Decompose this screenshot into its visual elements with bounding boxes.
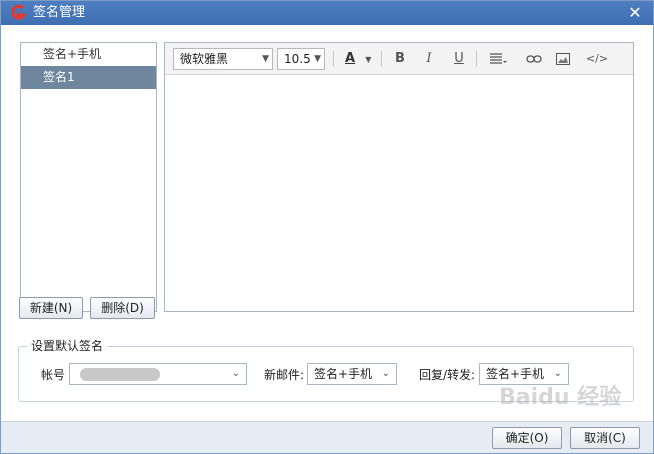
reply-forward-signature-value: 签名+手机 [486, 367, 545, 381]
toolbar-separator [333, 51, 334, 67]
font-family-select[interactable]: 微软雅黑 ▼ [173, 48, 273, 70]
reply-forward-label: 回复/转发: [419, 368, 476, 382]
signature-manager-dialog: 签名管理 ✕ 签名+手机 签名1 微软雅黑 ▼ 10.5 ▼ A ▼ B I U… [0, 0, 654, 454]
signature-content-area[interactable] [165, 75, 633, 311]
font-size-value: 10.5 [284, 52, 311, 66]
toolbar-separator [476, 51, 477, 67]
chevron-down-icon: ⌄ [553, 368, 562, 379]
account-select[interactable]: ⌄ [69, 363, 247, 385]
align-icon [490, 52, 507, 64]
image-button[interactable] [552, 49, 574, 69]
bold-button[interactable]: B [389, 49, 411, 69]
toolbar-separator [381, 51, 382, 67]
align-button[interactable] [485, 49, 511, 69]
new-mail-signature-select[interactable]: 签名+手机 ⌄ [307, 363, 397, 385]
italic-button[interactable]: I [418, 49, 440, 69]
chevron-down-icon: ▼ [262, 54, 269, 64]
window-title: 签名管理 [33, 5, 86, 20]
font-color-icon: A [345, 51, 356, 66]
blurred-account-value [80, 368, 160, 381]
signature-list-item[interactable]: 签名+手机 [21, 43, 156, 66]
chevron-down-icon: ▼ [314, 54, 321, 64]
signature-list-item-selected[interactable]: 签名1 [21, 66, 156, 89]
underline-button[interactable]: U [448, 49, 470, 69]
image-icon [556, 52, 570, 65]
chevron-down-icon: ⌄ [231, 368, 240, 379]
group-title: 设置默认签名 [27, 338, 108, 354]
font-size-select[interactable]: 10.5 ▼ [277, 48, 325, 70]
chevron-down-icon: ▼ [365, 55, 372, 64]
close-button[interactable]: ✕ [625, 3, 645, 23]
dialog-body: 签名+手机 签名1 微软雅黑 ▼ 10.5 ▼ A ▼ B I U </> 新建… [1, 25, 653, 421]
ok-button[interactable]: 确定(O) [492, 427, 562, 449]
title-bar: 签名管理 ✕ [1, 1, 653, 25]
signature-editor: 微软雅黑 ▼ 10.5 ▼ A ▼ B I U </> [164, 42, 634, 312]
dialog-footer: 确定(O) 取消(C) [1, 421, 653, 453]
source-code-button[interactable]: </> [584, 49, 610, 69]
chevron-down-icon: ⌄ [381, 368, 390, 379]
watermark-logo: Baidu 经验 [499, 385, 622, 410]
new-mail-label: 新邮件: [264, 368, 305, 382]
new-mail-signature-value: 签名+手机 [314, 367, 373, 381]
reply-forward-signature-select[interactable]: 签名+手机 ⌄ [479, 363, 569, 385]
font-color-button[interactable]: A ▼ [339, 49, 373, 69]
link-button[interactable] [523, 49, 545, 69]
font-family-value: 微软雅黑 [180, 52, 229, 66]
cancel-button[interactable]: 取消(C) [570, 427, 640, 449]
delete-signature-button[interactable]: 删除(D) [90, 297, 155, 319]
editor-toolbar: 微软雅黑 ▼ 10.5 ▼ A ▼ B I U </> [165, 43, 633, 75]
app-logo-icon [11, 4, 27, 20]
signature-list: 签名+手机 签名1 [20, 42, 157, 312]
link-icon [526, 54, 542, 63]
account-label: 帐号 [41, 368, 66, 382]
new-signature-button[interactable]: 新建(N) [19, 297, 83, 319]
